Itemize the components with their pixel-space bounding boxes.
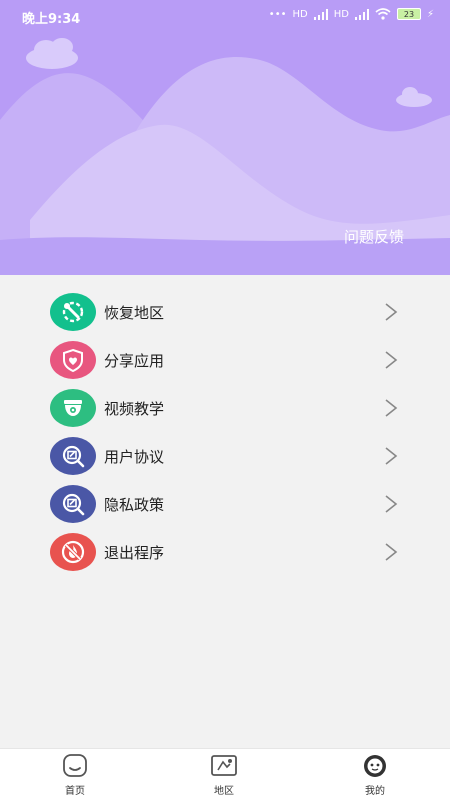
signal-icon [313, 8, 328, 20]
chevron-right-icon [385, 447, 398, 465]
menu-label: 恢复地区 [104, 303, 165, 322]
tab-label: 首页 [65, 786, 85, 797]
status-bar: 晚上9:34 ••• HD HD 23 ⚡ [0, 0, 450, 32]
menu-label: 分享应用 [104, 351, 165, 370]
tab-label: 地区 [214, 786, 234, 797]
menu-label: 隐私政策 [104, 495, 165, 514]
shield-heart-icon [50, 341, 96, 379]
map-icon [211, 755, 237, 776]
menu-label: 视频教学 [104, 399, 165, 418]
tab-region[interactable]: 地区 [184, 753, 264, 797]
chevron-right-icon [385, 303, 398, 321]
bottom-tab-bar: 首页 地区 我的 [0, 748, 450, 800]
tab-mine[interactable]: 我的 [335, 753, 415, 797]
document-search-icon [50, 437, 96, 475]
charging-icon: ⚡ [426, 8, 434, 20]
home-icon [63, 754, 87, 777]
menu-item-restore-region[interactable]: 恢复地区 [0, 288, 450, 336]
no-fire-icon [50, 533, 96, 571]
status-icons: ••• HD HD 23 ⚡ [269, 8, 434, 20]
network-label-1: HD [292, 8, 308, 20]
profile-icon [364, 755, 386, 777]
menu-item-user-agreement[interactable]: 用户协议 [0, 432, 450, 480]
cloud-right [396, 87, 432, 107]
dots-icon: ••• [268, 8, 287, 20]
feedback-link[interactable]: 问题反馈 [344, 226, 404, 247]
document-search-icon [50, 485, 96, 523]
menu-item-video-tutorial[interactable]: 视频教学 [0, 384, 450, 432]
tab-label: 我的 [365, 786, 385, 797]
status-time: 晚上9:34 [22, 12, 81, 27]
chevron-right-icon [385, 399, 398, 417]
menu-label: 用户协议 [104, 447, 165, 466]
chevron-right-icon [385, 495, 398, 513]
settings-menu: 恢复地区 分享应用 视频教学 用户协议 隐私政策 退出程序 [0, 288, 450, 576]
tab-home[interactable]: 首页 [35, 753, 115, 797]
menu-item-exit-app[interactable]: 退出程序 [0, 528, 450, 576]
wrench-gear-icon [50, 293, 96, 331]
menu-label: 退出程序 [104, 543, 165, 562]
menu-item-share-app[interactable]: 分享应用 [0, 336, 450, 384]
signal-icon-2 [354, 8, 369, 20]
header-banner: 晚上9:34 ••• HD HD 23 ⚡ 问题反馈 [0, 0, 450, 275]
camera-icon [50, 389, 96, 427]
battery-icon: 23 [396, 8, 421, 20]
cloud-left [26, 38, 78, 69]
wifi-icon [375, 8, 391, 20]
chevron-right-icon [385, 543, 398, 561]
network-label-2: HD [333, 8, 349, 20]
chevron-right-icon [385, 351, 398, 369]
menu-item-privacy-policy[interactable]: 隐私政策 [0, 480, 450, 528]
